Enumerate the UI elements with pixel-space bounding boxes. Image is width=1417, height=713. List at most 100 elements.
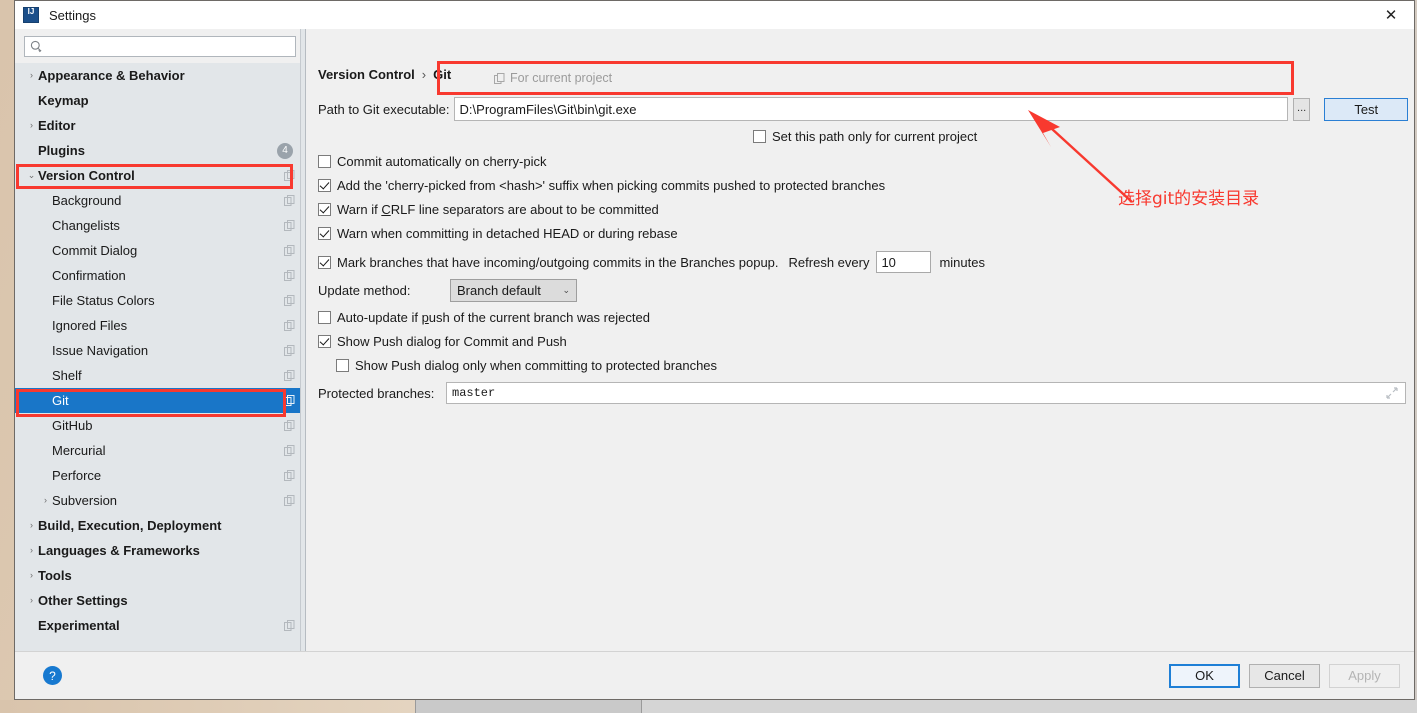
chevron-right-icon[interactable]: › bbox=[39, 496, 52, 505]
auto-update-row[interactable]: Auto-update if push of the current branc… bbox=[318, 310, 650, 325]
warn-detached-head-row[interactable]: Warn when committing in detached HEAD or… bbox=[318, 226, 678, 241]
sidebar-item-plugins[interactable]: Plugins 4 bbox=[15, 138, 305, 163]
warn-detached-head-checkbox[interactable] bbox=[318, 227, 331, 240]
window-title: Settings bbox=[49, 7, 96, 23]
sidebar-scrollbar[interactable] bbox=[300, 29, 305, 651]
protected-branches-label: Protected branches: bbox=[318, 385, 435, 401]
commit-auto-cherry-pick-row[interactable]: Commit automatically on cherry-pick bbox=[318, 154, 547, 169]
copy-icon bbox=[284, 420, 295, 431]
close-icon[interactable]: ✕ bbox=[1368, 1, 1414, 29]
breadcrumb-parent[interactable]: Version Control bbox=[318, 67, 415, 82]
sidebar-item-confirmation[interactable]: Confirmation bbox=[15, 263, 305, 288]
auto-update-checkbox[interactable] bbox=[318, 311, 331, 324]
update-method-row: Update method: Branch default ⌄ bbox=[318, 279, 577, 302]
sidebar-item-editor[interactable]: › Editor bbox=[15, 113, 305, 138]
copy-icon bbox=[284, 245, 295, 256]
refresh-interval-input[interactable] bbox=[876, 251, 932, 273]
annotation-note: 选择git的安装目录 bbox=[1118, 189, 1260, 209]
mark-branches-row[interactable]: Mark branches that have incoming/outgoin… bbox=[318, 251, 985, 273]
browse-button[interactable]: ... bbox=[1292, 97, 1311, 121]
sidebar-item-changelists[interactable]: Changelists bbox=[15, 213, 305, 238]
auto-update-label: Auto-update if push of the current branc… bbox=[337, 310, 650, 325]
sidebar-item-label: Plugins bbox=[38, 143, 85, 158]
desktop-taskbar bbox=[0, 700, 1417, 713]
git-path-input[interactable] bbox=[453, 97, 1288, 121]
warn-crlf-checkbox[interactable] bbox=[318, 203, 331, 216]
chevron-right-icon[interactable]: › bbox=[25, 546, 38, 555]
test-button[interactable]: Test bbox=[1324, 97, 1408, 121]
sidebar-item-other-settings[interactable]: › Other Settings bbox=[15, 588, 305, 613]
sidebar-item-label: Keymap bbox=[38, 93, 89, 108]
update-method-select[interactable]: Branch default ⌄ bbox=[450, 279, 577, 302]
sidebar-item-subversion[interactable]: › Subversion bbox=[15, 488, 305, 513]
protected-branches-input[interactable] bbox=[446, 382, 1406, 404]
path-label: Path to Git executable: bbox=[318, 101, 450, 117]
chevron-right-icon[interactable]: › bbox=[25, 121, 38, 130]
footer-buttons: OK Cancel Apply bbox=[1169, 663, 1400, 688]
sidebar-item-git[interactable]: Git bbox=[15, 388, 305, 413]
chevron-right-icon[interactable]: › bbox=[25, 596, 38, 605]
git-path-row: Path to Git executable: ... Test bbox=[318, 97, 1408, 121]
commit-auto-cherry-pick-checkbox[interactable] bbox=[318, 155, 331, 168]
sidebar-item-label: Appearance & Behavior bbox=[38, 68, 185, 83]
sidebar-item-commit-dialog[interactable]: Commit Dialog bbox=[15, 238, 305, 263]
sidebar-item-mercurial[interactable]: Mercurial bbox=[15, 438, 305, 463]
search-box[interactable] bbox=[24, 36, 296, 57]
sidebar-item-label: Confirmation bbox=[52, 268, 126, 283]
sidebar-item-label: Perforce bbox=[52, 468, 102, 483]
cancel-button[interactable]: Cancel bbox=[1249, 663, 1320, 688]
minutes-label: minutes bbox=[939, 254, 985, 270]
sidebar-item-github[interactable]: GitHub bbox=[15, 413, 305, 438]
chevron-right-icon[interactable]: › bbox=[25, 521, 38, 530]
sidebar-item-experimental[interactable]: Experimental bbox=[15, 613, 305, 638]
show-push-dialog-checkbox[interactable] bbox=[318, 335, 331, 348]
copy-icon bbox=[284, 470, 295, 481]
settings-tree[interactable]: › Appearance & Behavior Keymap › Editor Plugi… bbox=[15, 63, 305, 651]
sidebar-item-shelf[interactable]: Shelf bbox=[15, 363, 305, 388]
mark-branches-checkbox[interactable] bbox=[318, 255, 331, 269]
sidebar-item-tools[interactable]: › Tools bbox=[15, 563, 305, 588]
sidebar-item-label: Mercurial bbox=[52, 443, 106, 458]
copy-icon bbox=[284, 495, 295, 506]
sidebar-item-keymap[interactable]: Keymap bbox=[15, 88, 305, 113]
apply-button[interactable]: Apply bbox=[1329, 663, 1400, 688]
copy-icon bbox=[284, 320, 295, 331]
sidebar-item-issue-navigation[interactable]: Issue Navigation bbox=[15, 338, 305, 363]
sidebar-item-ignored-files[interactable]: Ignored Files bbox=[15, 313, 305, 338]
warn-crlf-row[interactable]: Warn if CRLF line separators are about t… bbox=[318, 202, 659, 217]
sidebar-item-languages-frameworks[interactable]: › Languages & Frameworks bbox=[15, 538, 305, 563]
show-push-protected-row[interactable]: Show Push dialog only when committing to… bbox=[336, 358, 717, 373]
taskbar-segment bbox=[642, 700, 1417, 713]
sidebar-item-file-status-colors[interactable]: File Status Colors bbox=[15, 288, 305, 313]
sidebar-item-label: Languages & Frameworks bbox=[38, 543, 200, 558]
for-current-project-label: For current project bbox=[494, 71, 612, 85]
help-icon[interactable]: ? bbox=[43, 666, 62, 685]
chevron-right-icon[interactable]: › bbox=[25, 71, 38, 80]
search-area bbox=[15, 29, 305, 63]
dialog-footer: ? OK Cancel Apply bbox=[15, 651, 1414, 699]
taskbar-segment bbox=[0, 700, 415, 713]
sidebar-item-version-control[interactable]: ⌄ Version Control bbox=[15, 163, 305, 188]
sidebar-item-label: Tools bbox=[38, 568, 72, 583]
sidebar-item-perforce[interactable]: Perforce bbox=[15, 463, 305, 488]
set-path-only-checkbox[interactable] bbox=[753, 130, 766, 143]
sidebar-item-appearance-behavior[interactable]: › Appearance & Behavior bbox=[15, 63, 305, 88]
taskbar-segment bbox=[416, 700, 641, 713]
add-cherry-picked-suffix-checkbox[interactable] bbox=[318, 179, 331, 192]
chevron-down-icon[interactable]: ⌄ bbox=[25, 171, 38, 180]
show-push-protected-checkbox[interactable] bbox=[336, 359, 349, 372]
sidebar-item-label: Issue Navigation bbox=[52, 343, 149, 358]
set-path-only-row[interactable]: Set this path only for current project bbox=[753, 129, 977, 144]
ok-button[interactable]: OK bbox=[1169, 663, 1240, 688]
expand-icon[interactable] bbox=[1386, 387, 1398, 399]
add-cherry-picked-suffix-row[interactable]: Add the 'cherry-picked from <hash>' suff… bbox=[318, 178, 885, 193]
sidebar-item-background[interactable]: Background bbox=[15, 188, 305, 213]
sidebar-item-build-execution-deployment[interactable]: › Build, Execution, Deployment bbox=[15, 513, 305, 538]
copy-icon bbox=[494, 72, 505, 84]
show-push-dialog-label: Show Push dialog for Commit and Push bbox=[337, 334, 567, 349]
copy-icon bbox=[284, 220, 295, 231]
show-push-dialog-row[interactable]: Show Push dialog for Commit and Push bbox=[318, 334, 567, 349]
chevron-right-icon[interactable]: › bbox=[25, 571, 38, 580]
search-input[interactable] bbox=[46, 38, 290, 55]
copy-icon bbox=[284, 445, 295, 456]
